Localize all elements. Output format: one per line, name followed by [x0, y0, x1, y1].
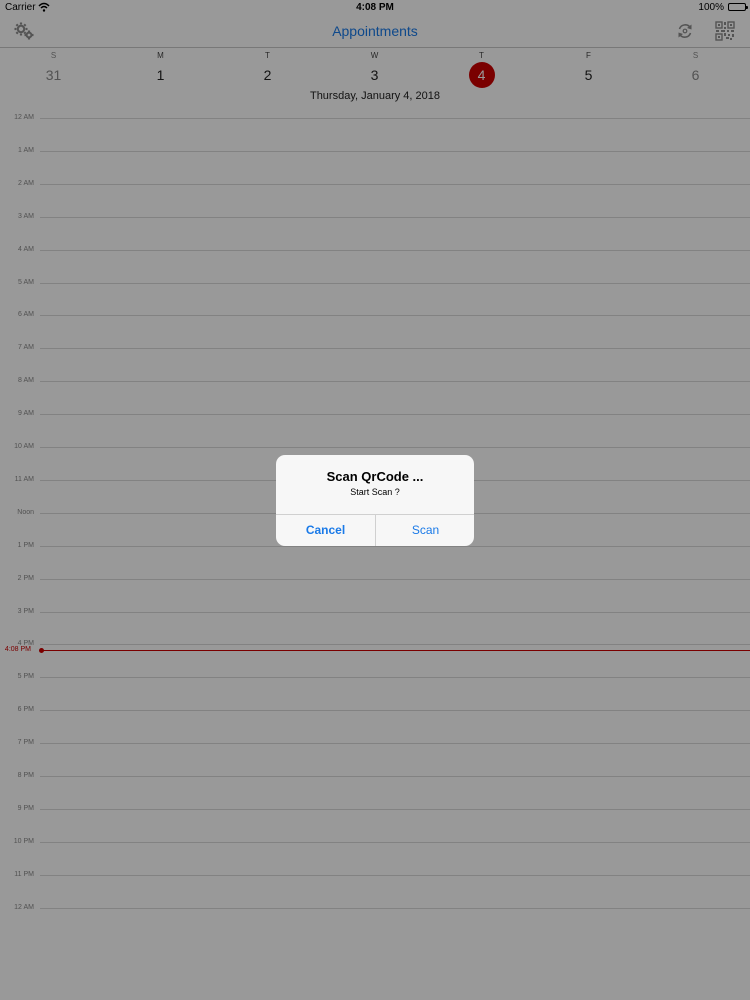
scan-button[interactable]: Scan: [376, 515, 474, 546]
alert-title: Scan QrCode ...: [326, 469, 424, 484]
cancel-button[interactable]: Cancel: [276, 515, 375, 546]
alert-message: Start Scan ?: [350, 487, 400, 497]
scan-alert-dialog: Scan QrCode ... Start Scan ? Cancel Scan: [276, 455, 474, 546]
